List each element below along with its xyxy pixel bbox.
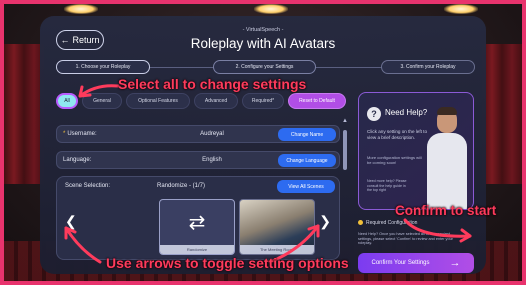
curtain-right <box>482 44 522 184</box>
language-label: Language: <box>63 157 92 163</box>
annotation-select-all: Select all to change settings <box>118 76 307 92</box>
ceiling-light <box>254 4 288 14</box>
confirm-label: Confirm Your Settings <box>371 260 430 266</box>
required-dot-icon <box>358 220 363 226</box>
reset-default-button[interactable]: Reset to Default <box>288 93 346 109</box>
tab-advanced[interactable]: Advanced <box>194 93 238 109</box>
curtain-left <box>4 44 44 184</box>
change-name-button[interactable]: Change Name <box>278 128 336 141</box>
ceiling-light <box>64 4 98 14</box>
step-choose-roleplay[interactable]: 1. Choose your Roleplay <box>56 60 150 74</box>
required-star-icon: * <box>63 131 66 137</box>
step-configure-settings[interactable]: 2. Configure your Settings <box>213 60 316 74</box>
help-text-coming-soon: More configuration settings will be comi… <box>367 155 422 165</box>
tab-general[interactable]: General <box>82 93 122 109</box>
language-row: Language: English Change Language <box>56 151 340 169</box>
step-confirm-roleplay[interactable]: 3. Confirm your Roleplay <box>381 60 475 74</box>
tab-required[interactable]: Required* <box>242 93 284 109</box>
tab-all[interactable]: All <box>56 93 78 109</box>
username-value: Audreyal <box>200 131 224 137</box>
help-text-guide: Need more help? Please consult the help … <box>367 179 407 193</box>
question-icon: ? <box>367 107 381 121</box>
scrollbar[interactable]: ▲ <box>342 118 348 258</box>
arrow-right-icon: → <box>449 257 461 269</box>
username-row: * Username: Audreyal Change Name <box>56 125 340 143</box>
scene-label: Scene Selection: <box>65 183 111 189</box>
language-value: English <box>202 157 222 163</box>
scroll-up-icon[interactable]: ▲ <box>342 118 348 124</box>
scrollbar-thumb[interactable] <box>343 130 347 170</box>
progress-steps: 1. Choose your Roleplay 2. Configure you… <box>56 60 475 74</box>
chevron-left-icon[interactable]: ❮ <box>65 213 77 230</box>
annotation-confirm: Confirm to start <box>395 203 497 218</box>
scene-value: Randomize - (1/7) <box>157 183 206 189</box>
username-label: Username: <box>67 131 97 137</box>
thumbnail-caption: The Meeting Room <box>240 245 314 254</box>
ceiling-light <box>444 4 478 14</box>
ai-avatar-image <box>425 107 469 209</box>
chevron-right-icon[interactable]: ❯ <box>319 213 331 230</box>
scene-thumbnail-meeting-room[interactable]: The Meeting Room <box>239 199 315 255</box>
thumbnail-caption: Randomize <box>160 245 234 254</box>
scene-thumbnail-randomize[interactable]: ⇄ Randomize <box>159 199 235 255</box>
view-all-scenes-button[interactable]: View All Scenes <box>277 180 335 193</box>
settings-panel: ← Return - VirtualSpeech - Roleplay with… <box>40 16 486 274</box>
help-text: Click any setting on the left to view a … <box>367 129 428 140</box>
tab-optional-features[interactable]: Optional Features <box>126 93 190 109</box>
shuffle-icon: ⇄ <box>188 212 206 234</box>
help-card: ? Need Help? Click any setting on the le… <box>358 92 474 210</box>
required-note: Need Help? Once you have selected all of… <box>358 232 453 246</box>
scene-selection-card: Scene Selection: Randomize - (1/7) View … <box>56 176 340 260</box>
settings-tabs: All General Optional Features Advanced R… <box>56 93 346 109</box>
help-title: Need Help? <box>385 108 428 117</box>
confirm-settings-button[interactable]: Confirm Your Settings → <box>358 253 474 273</box>
brand-name: - VirtualSpeech - <box>242 27 284 33</box>
required-configuration-label: Required Configuration <box>358 220 417 226</box>
change-language-button[interactable]: Change Language <box>278 154 336 167</box>
annotation-arrows-text: Use arrows to toggle setting options <box>106 255 349 271</box>
page-title: Roleplay with AI Avatars <box>190 36 336 51</box>
